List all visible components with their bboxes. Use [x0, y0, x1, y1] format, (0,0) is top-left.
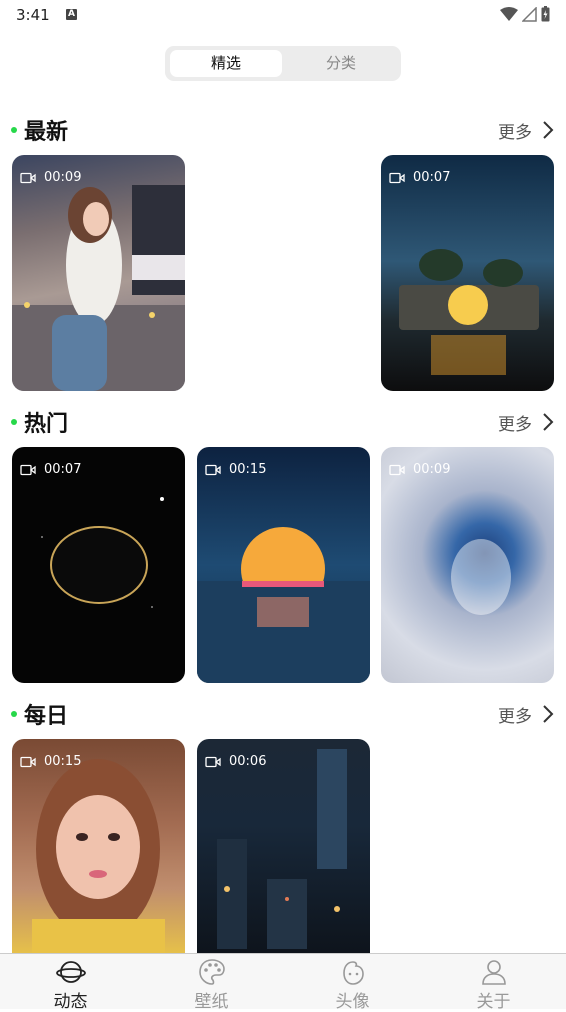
duration-badge: 00:15 — [205, 462, 266, 477]
duration-text: 00:15 — [229, 462, 267, 477]
chevron-right-icon[interactable] — [542, 120, 554, 140]
thumbnail-image — [12, 185, 185, 391]
section-title: 热门 — [24, 412, 69, 437]
video-card[interactable]: 00:06 — [197, 739, 370, 953]
more-link[interactable]: 更多 — [498, 410, 532, 435]
wifi-icon — [500, 6, 518, 21]
nav-label: 头像 — [335, 992, 370, 1012]
section-dot — [11, 711, 17, 717]
chevron-right-icon[interactable] — [542, 412, 554, 432]
tab-categories[interactable]: 分类 — [285, 50, 397, 77]
tab-featured[interactable]: 精选 — [170, 50, 282, 77]
section-title: 每日 — [24, 704, 69, 729]
duration-text: 00:07 — [44, 462, 82, 477]
duration-badge: 00:06 — [205, 754, 266, 769]
duration-badge: 00:07 — [20, 462, 81, 477]
bottom-nav: 动态 壁纸 头像 关于 — [0, 953, 566, 1012]
video-card[interactable]: 00:07 — [12, 447, 185, 683]
status-right — [500, 6, 550, 22]
section-header-latest: 最新 更多 — [0, 114, 566, 148]
duration-text: 00:09 — [413, 462, 451, 477]
video-camera-icon — [205, 756, 221, 767]
video-card[interactable]: 00:07 — [381, 155, 554, 391]
thumbnail-image — [217, 749, 347, 949]
nav-avatar[interactable]: 头像 — [282, 954, 423, 1012]
video-camera-icon — [205, 464, 221, 475]
planet-icon — [56, 961, 86, 983]
battery-icon — [541, 6, 550, 22]
segmented-control: 精选 分类 — [165, 46, 401, 81]
video-card[interactable]: 00:15 — [197, 447, 370, 683]
avatar-face-icon — [343, 961, 364, 985]
nav-dynamic[interactable]: 动态 — [0, 954, 141, 1012]
thumbnail-image — [399, 249, 539, 375]
thumbnail-image — [451, 539, 511, 615]
section-dot — [11, 419, 17, 425]
video-card[interactable]: 00:09 — [381, 447, 554, 683]
duration-badge: 00:09 — [389, 462, 450, 477]
cell-signal-icon — [522, 6, 537, 22]
video-card[interactable]: 00:09 — [12, 155, 185, 391]
palette-icon — [199, 959, 225, 985]
section-dot — [11, 127, 17, 133]
nav-label: 壁纸 — [194, 992, 229, 1012]
duration-text: 00:07 — [413, 170, 451, 185]
section-header-popular: 热门 更多 — [0, 406, 566, 440]
person-icon — [482, 960, 506, 985]
status-time: 3:41 — [16, 6, 50, 24]
video-card[interactable]: 00:15 — [12, 739, 185, 953]
video-camera-icon — [389, 172, 405, 183]
nav-wallpaper[interactable]: 壁纸 — [141, 954, 282, 1012]
thumbnail-image — [41, 497, 164, 608]
duration-text: 00:09 — [44, 170, 82, 185]
video-camera-icon — [20, 172, 36, 183]
nav-label: 动态 — [53, 992, 88, 1012]
section-header-daily: 每日 更多 — [0, 698, 566, 732]
video-camera-icon — [20, 756, 36, 767]
duration-badge: 00:15 — [20, 754, 81, 769]
duration-text: 00:15 — [44, 754, 82, 769]
section-title: 最新 — [24, 120, 69, 145]
nav-label: 关于 — [476, 992, 511, 1012]
status-bar: 3:41 A — [0, 0, 566, 30]
duration-badge: 00:07 — [389, 170, 450, 185]
thumbnail-image — [32, 759, 165, 953]
nav-about[interactable]: 关于 — [423, 954, 564, 1012]
notification-icon: A — [66, 9, 77, 20]
duration-text: 00:06 — [229, 754, 267, 769]
video-camera-icon — [389, 464, 405, 475]
duration-badge: 00:09 — [20, 170, 81, 185]
video-camera-icon — [20, 464, 36, 475]
more-link[interactable]: 更多 — [498, 702, 532, 727]
thumbnail-image — [197, 527, 370, 683]
more-link[interactable]: 更多 — [498, 118, 532, 143]
chevron-right-icon[interactable] — [542, 704, 554, 724]
